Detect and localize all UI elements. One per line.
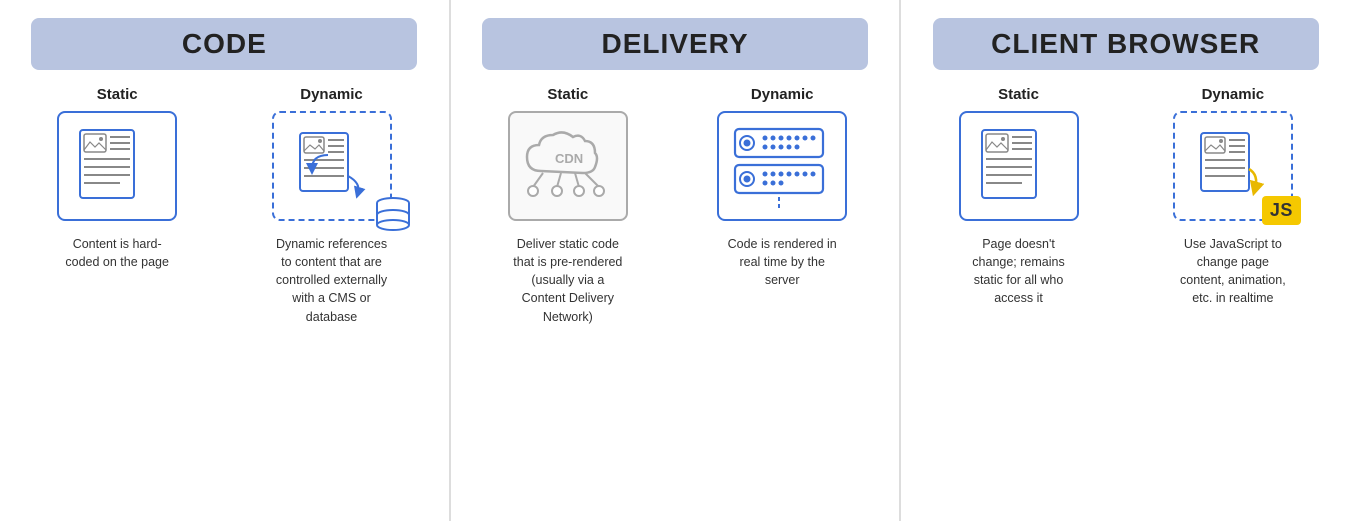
client-dynamic-label: Dynamic — [1202, 86, 1265, 103]
cdn-icon: CDN — [513, 119, 623, 214]
js-badge: JS — [1262, 196, 1301, 225]
code-static-col: Static — [10, 86, 224, 503]
client-dynamic-icon-box: JS — [1173, 111, 1293, 221]
delivery-static-label: Static — [547, 86, 588, 103]
client-document-js-icon — [1197, 131, 1269, 201]
client-static-col: Static Pa — [911, 86, 1125, 503]
delivery-static-icon-box: CDN — [508, 111, 628, 221]
code-dynamic-label: Dynamic — [300, 86, 363, 103]
client-columns: Static Pa — [911, 86, 1340, 503]
client-header: CLIENT BROWSER — [933, 18, 1319, 70]
code-static-desc: Content is hard-coded on the page — [57, 235, 177, 271]
client-static-icon-box — [959, 111, 1079, 221]
client-dynamic-col: Dynamic — [1126, 86, 1340, 503]
code-dynamic-icon-box — [272, 111, 392, 221]
main-container: CODE Static — [0, 0, 1350, 521]
code-header: CODE — [31, 18, 417, 70]
client-static-label: Static — [998, 86, 1039, 103]
document-static-icon — [72, 126, 162, 206]
delivery-title: DELIVERY — [602, 28, 749, 59]
code-static-icon-box — [57, 111, 177, 221]
section-code: CODE Static — [0, 0, 451, 521]
server-icon — [725, 121, 840, 211]
code-title: CODE — [182, 28, 267, 59]
client-static-desc: Page doesn't change; remains static for … — [959, 235, 1079, 308]
delivery-dynamic-icon-box — [717, 111, 847, 221]
client-dynamic-desc: Use JavaScript to change page content, a… — [1173, 235, 1293, 308]
svg-text:CDN: CDN — [555, 151, 583, 166]
delivery-static-col: Static CDN — [461, 86, 675, 503]
code-static-label: Static — [97, 86, 138, 103]
delivery-header: DELIVERY — [482, 18, 868, 70]
client-title: CLIENT BROWSER — [991, 28, 1260, 59]
delivery-static-desc: Deliver static code that is pre-rendered… — [508, 235, 628, 326]
delivery-columns: Static CDN — [461, 86, 890, 503]
client-document-static-icon — [974, 126, 1064, 206]
delivery-dynamic-label: Dynamic — [751, 86, 814, 103]
code-dynamic-desc: Dynamic references to content that are c… — [272, 235, 392, 326]
section-client: CLIENT BROWSER Static — [901, 0, 1350, 521]
delivery-dynamic-col: Dynamic — [675, 86, 889, 503]
delivery-dynamic-desc: Code is rendered in real time by the ser… — [722, 235, 842, 289]
database-icon — [374, 196, 412, 241]
section-delivery: DELIVERY Static CDN — [451, 0, 902, 521]
code-dynamic-col: Dynamic — [224, 86, 438, 503]
code-columns: Static — [10, 86, 439, 503]
back-arrow-icon — [304, 151, 334, 179]
